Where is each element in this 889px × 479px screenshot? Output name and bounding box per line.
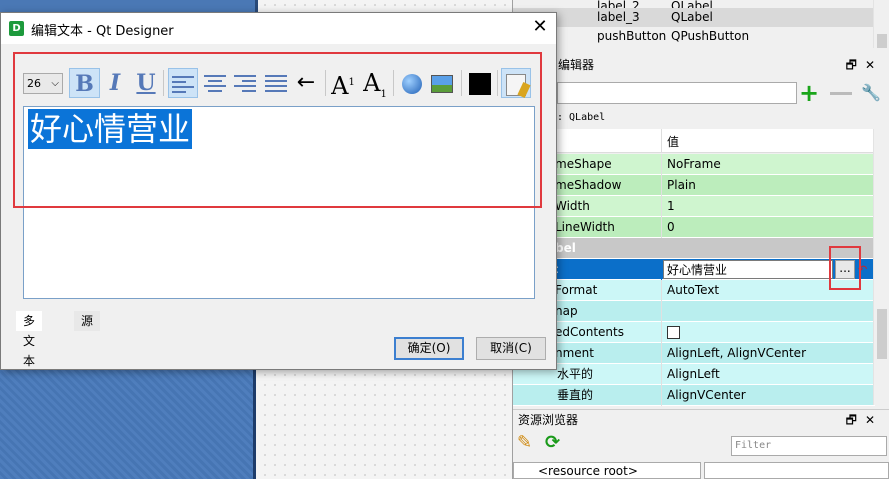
object-row-label3[interactable]: label_3 QLabel <box>513 8 873 27</box>
wrench-icon[interactable]: 🔧 <box>861 83 881 102</box>
form-widget-strip <box>0 0 256 12</box>
float-icon[interactable]: 🗗 <box>846 413 865 427</box>
resource-root-item[interactable]: <resource root> <box>538 464 638 478</box>
close-icon[interactable]: ✕ <box>865 413 883 427</box>
scroll-thumb[interactable] <box>877 34 887 48</box>
property-scrollbar[interactable] <box>873 129 889 405</box>
form-border <box>255 0 258 12</box>
dialog-title: 编辑文本 - Qt Designer <box>31 24 174 39</box>
prop-row-alignment[interactable]: nment AlignLeft, AlignVCenter <box>513 343 875 364</box>
prop-row-textformat[interactable]: Format AutoText <box>513 280 875 301</box>
float-icon[interactable]: 🗗 <box>846 58 865 72</box>
prop-row-linewidth[interactable]: Width 1 <box>513 196 875 217</box>
dialog-titlebar: D 编辑文本 - Qt Designer ✕ <box>1 13 556 44</box>
annotation-box-editor <box>13 52 542 208</box>
prop-row-horizontal[interactable]: 水平的 AlignLeft <box>513 364 875 385</box>
resource-list[interactable] <box>704 462 889 479</box>
prop-row-scaledcontents[interactable]: edContents <box>513 322 875 343</box>
scroll-thumb[interactable] <box>877 309 887 359</box>
ok-button[interactable]: 确定(O) <box>394 337 464 360</box>
prop-row-frameshape[interactable]: meShape NoFrame <box>513 154 875 175</box>
class-indicator: : QLabel <box>557 112 606 123</box>
form-widget-area <box>0 370 256 479</box>
pencil-icon[interactable]: ✎ <box>517 432 532 453</box>
scaled-contents-checkbox[interactable] <box>667 326 680 339</box>
prop-row-vertical[interactable]: 垂直的 AlignVCenter <box>513 385 875 406</box>
cancel-button[interactable]: 取消(C) <box>476 337 546 360</box>
tab-source[interactable]: 源 <box>74 311 101 331</box>
add-property-icon[interactable]: + <box>799 81 819 105</box>
prop-group-qlabel[interactable]: bel <box>513 238 875 259</box>
prop-row-midlinewidth[interactable]: LineWidth 0 <box>513 217 875 238</box>
close-icon[interactable]: ✕ <box>865 58 883 72</box>
qt-designer-icon: D <box>9 21 24 36</box>
text-value-field[interactable]: 好心情营业 <box>663 260 833 279</box>
right-dock-area: label_2 QLabel label_3 QLabel pushButton… <box>512 0 889 479</box>
reload-icon[interactable]: ⟳ <box>545 432 560 453</box>
property-header: 值 <box>513 129 875 153</box>
property-table: meShape NoFrame meShadow Plain Width 1 Line… <box>513 154 875 406</box>
prop-row-pixmap[interactable]: nap <box>513 301 875 322</box>
object-inspector-scrollbar[interactable] <box>873 0 889 48</box>
resource-browser-title: 资源浏览器 🗗✕ <box>513 409 889 429</box>
property-editor-title: 编辑器 🗗✕ <box>513 55 889 75</box>
remove-property-icon[interactable] <box>830 92 852 95</box>
resource-filter-input[interactable]: Filter <box>731 436 887 456</box>
dialog-close-button[interactable]: ✕ <box>529 16 551 37</box>
property-filter-input[interactable] <box>557 82 797 104</box>
tab-rich-text[interactable]: 多文本 <box>16 311 43 368</box>
annotation-box-ellipsis <box>829 246 861 290</box>
prop-row-frameshadow[interactable]: meShadow Plain <box>513 175 875 196</box>
object-row-pushbutton[interactable]: pushButton QPushButton <box>513 27 873 46</box>
prop-row-text[interactable]: : 好心情营业 ... ↶ <box>513 259 875 280</box>
resource-tree[interactable]: <resource root> <box>513 462 701 479</box>
